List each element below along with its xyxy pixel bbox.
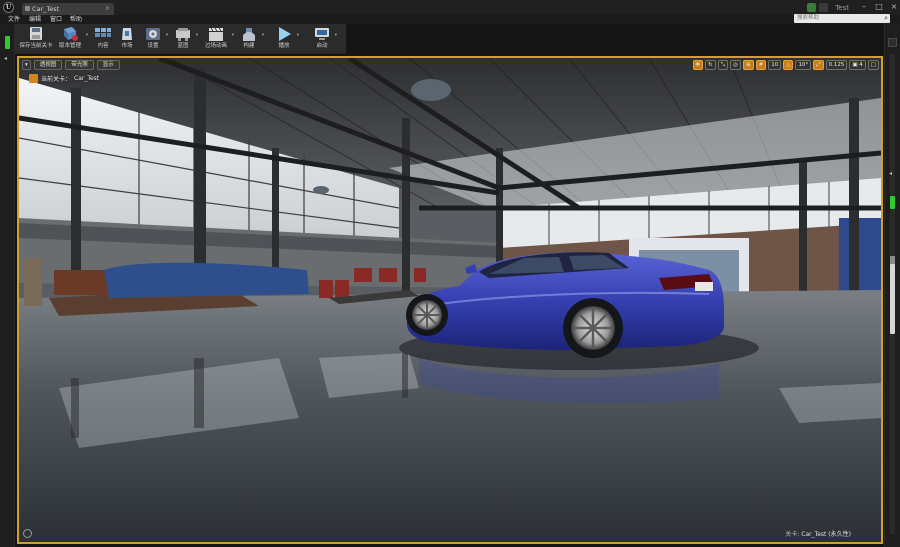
grid-snap-value[interactable]: 10 (768, 60, 782, 70)
content-label: 内容 (97, 43, 109, 49)
launch-icon (312, 26, 332, 42)
panel-tab-indicator[interactable] (5, 36, 10, 49)
grid-snap-icon[interactable]: # (755, 60, 767, 70)
main-toolbar: 保存当前关卡 版本管理 ▾ 内容 市场 设置 ▾ 蓝图 ▾ 过场动画 ▾ 构建 … (15, 24, 346, 55)
settings-icon (143, 26, 163, 42)
settings-label: 设置 (147, 43, 159, 49)
left-panel-strip: ◂ (0, 24, 15, 547)
level-icon (29, 74, 38, 83)
blueprints-button[interactable]: 蓝图 ▾ (173, 26, 198, 53)
menu-help[interactable]: 帮助 (70, 15, 82, 24)
play-dropdown-icon[interactable]: ▾ (297, 33, 299, 38)
viewport-options-icon: ▾ (25, 62, 28, 68)
launch-button[interactable]: 启动 ▾ (312, 26, 337, 53)
rotation-snap-value[interactable]: 10° (795, 60, 812, 70)
marketplace-icon (117, 26, 137, 42)
settings-button[interactable]: 设置 ▾ (143, 26, 168, 53)
close-button[interactable]: × (888, 2, 900, 13)
viewport-toolbar-left: ▾ 透视图 带光照 显示 (22, 60, 120, 70)
perspective-button[interactable]: 透视图 (33, 60, 63, 70)
build-label: 构建 (243, 43, 255, 49)
source-control-button[interactable]: 版本管理 ▾ (57, 26, 88, 53)
camera-speed-value: 4 (859, 62, 863, 68)
help-search-placeholder: 搜索帮助 (797, 15, 820, 21)
help-search-input[interactable]: 搜索帮助 ⌕ (794, 14, 890, 23)
menu-window[interactable]: 窗口 (50, 15, 62, 24)
current-level-name: Car_Test (74, 75, 100, 82)
save-icon (26, 26, 46, 42)
launch-label: 启动 (316, 43, 328, 49)
source-control-dropdown-icon[interactable]: ▾ (86, 33, 88, 38)
build-button[interactable]: 构建 ▾ (239, 26, 264, 53)
blueprints-dropdown-icon[interactable]: ▾ (196, 33, 198, 38)
level-document-tab[interactable]: Car_Test × (22, 3, 114, 15)
launch-dropdown-icon[interactable]: ▾ (335, 33, 337, 38)
axis-gizmo-icon (23, 529, 32, 538)
content-icon (93, 26, 113, 42)
source-control-label: 版本管理 (58, 43, 81, 49)
show-button[interactable]: 显示 (96, 60, 120, 70)
build-icon (239, 26, 259, 42)
level-viewport[interactable]: ▾ 透视图 带光照 显示 当前关卡： Car_Test ✥ ↻ ⤡ ◎ ⊞ # … (17, 56, 883, 544)
unreal-logo-icon[interactable]: U (3, 2, 14, 13)
marketplace-button[interactable]: 市场 (117, 26, 137, 53)
toolbar-empty-area (346, 24, 884, 55)
world-local-icon[interactable]: ◎ (730, 60, 741, 70)
rotate-tool-icon[interactable]: ↻ (705, 60, 716, 70)
search-icon[interactable]: ⌕ (884, 14, 888, 23)
camera-speed-button[interactable]: ▣ 4 (849, 60, 866, 70)
cinematics-label: 过场动画 (204, 43, 227, 49)
cinematics-icon (206, 26, 226, 42)
scale-snap-icon[interactable]: ⤢ (813, 60, 824, 70)
tab-close-icon[interactable]: × (105, 3, 110, 15)
translate-tool-icon[interactable]: ✥ (692, 60, 704, 70)
footer-level-prefix: 关卡: (785, 531, 800, 538)
marketplace-label: 市场 (121, 43, 133, 49)
rotation-snap-icon[interactable]: △ (783, 60, 794, 70)
blueprint-icon (173, 26, 193, 42)
content-button[interactable]: 内容 (93, 26, 113, 53)
viewport-footer: 关卡: Car_Test (永久性) (785, 529, 851, 538)
notification-icon[interactable] (819, 3, 829, 12)
menu-file[interactable]: 文件 (8, 15, 20, 24)
expand-left-arrow-icon[interactable]: ◂ (4, 55, 7, 62)
play-icon (274, 26, 294, 42)
camera-icon: ▣ (852, 62, 858, 68)
scale-tool-icon[interactable]: ⤡ (717, 60, 729, 70)
title-bar: U Car_Test × Test – □ × (0, 0, 900, 15)
lit-mode-button[interactable]: 带光照 (65, 60, 94, 70)
menu-edit[interactable]: 编辑 (29, 15, 41, 24)
right-panel-strip: ◂ (884, 24, 900, 547)
collapse-right-arrow-icon[interactable]: ◂ (889, 170, 892, 177)
project-name: Test (835, 3, 849, 12)
source-control-icon (60, 26, 80, 42)
play-button[interactable]: 播放 ▾ (274, 26, 299, 53)
details-tab-indicator[interactable] (890, 196, 895, 209)
maximize-button[interactable]: □ (873, 2, 885, 13)
level-tab-label: Car_Test (32, 5, 60, 13)
play-label: 播放 (278, 43, 290, 49)
maximize-viewport-icon[interactable]: □ (867, 60, 879, 70)
source-status-icon[interactable] (807, 3, 817, 12)
blueprints-label: 蓝图 (177, 43, 189, 49)
surface-snap-icon[interactable]: ⊞ (742, 60, 754, 70)
scale-snap-value[interactable]: 0.125 (825, 60, 848, 70)
panel-options-icon[interactable] (888, 38, 897, 47)
footer-level-name: Car_Test (永久性) (801, 531, 851, 538)
menu-bar: 文件 编辑 窗口 帮助 (0, 15, 900, 24)
cinematics-dropdown-icon[interactable]: ▾ (232, 33, 234, 38)
details-scrollbar-thumb[interactable] (890, 264, 895, 334)
viewport-options-button[interactable]: ▾ (22, 60, 31, 70)
build-dropdown-icon[interactable]: ▾ (262, 33, 264, 38)
viewport-toolbar-right: ✥ ↻ ⤡ ◎ ⊞ # 10 △ 10° ⤢ 0.125 ▣ 4 □ (692, 60, 879, 70)
cinematics-button[interactable]: 过场动画 ▾ (203, 26, 234, 53)
warehouse-scene-render (19, 58, 881, 542)
current-level-label: 当前关卡： (41, 76, 72, 83)
save-current-level-button[interactable]: 保存当前关卡 (19, 26, 53, 53)
title-right-area: Test – □ × (807, 2, 900, 13)
save-label: 保存当前关卡 (19, 43, 53, 49)
current-level-indicator: 当前关卡： Car_Test (29, 73, 99, 84)
settings-dropdown-icon[interactable]: ▾ (166, 33, 168, 38)
minimize-button[interactable]: – (858, 2, 870, 13)
